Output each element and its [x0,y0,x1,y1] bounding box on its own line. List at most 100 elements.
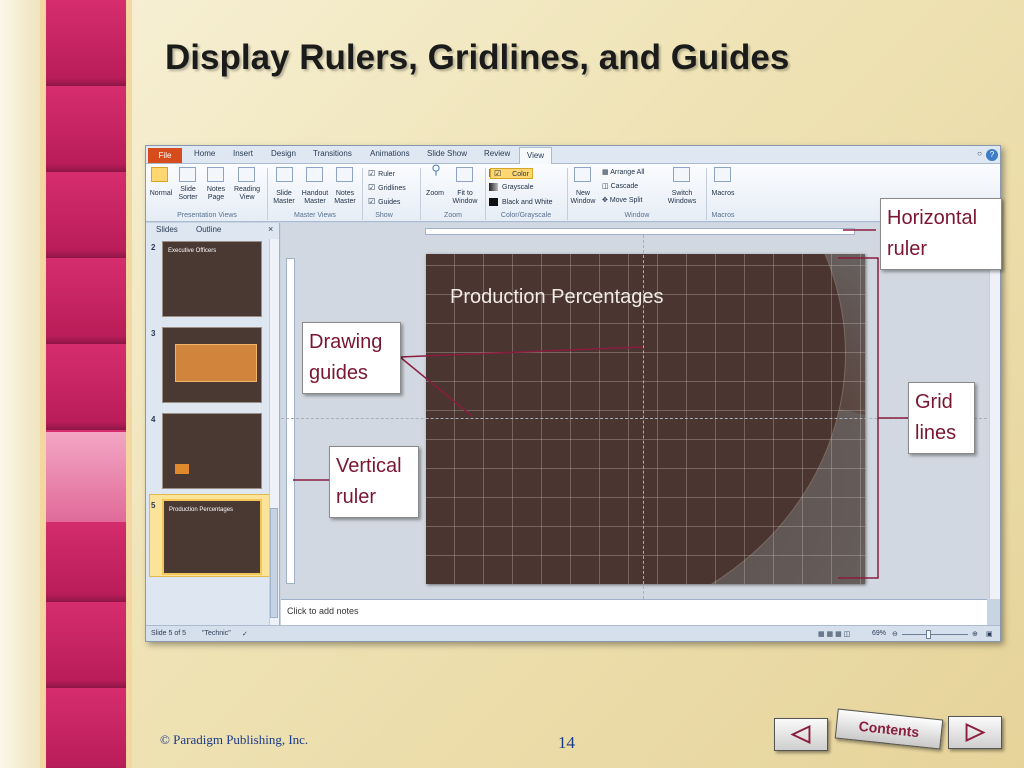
tab-slides[interactable]: Slides [156,225,178,234]
ribbon-separator [362,168,363,220]
tab-slide-show[interactable]: Slide Show [427,149,467,158]
slide-title[interactable]: Production Percentages [450,286,663,309]
slide-count: Slide 5 of 5 [151,630,187,637]
tab-animations[interactable]: Animations [370,149,410,158]
guides-checkbox[interactable]: Guides [368,197,400,206]
cascade-button[interactable]: ◫ Cascade [602,183,638,191]
new-window-button[interactable]: New Window [568,190,598,206]
zoom-out-icon[interactable]: ⊖ [892,630,898,638]
black-and-white-button[interactable]: Black and White [502,199,553,207]
notes-master-icon[interactable] [336,167,353,182]
left-decor-highlight [46,432,126,522]
switch-windows-icon[interactable] [673,167,690,182]
macros-icon[interactable] [714,167,731,182]
fit-to-window-icon[interactable] [456,167,473,182]
previous-slide-button[interactable] [774,718,828,751]
vertical-ruler[interactable] [286,258,295,584]
handout-master-button[interactable]: Handout Master [299,190,331,206]
notes-pane[interactable]: Click to add notes [281,599,987,625]
editing-scrollbar[interactable] [989,223,1000,599]
theme-name: "Technic" [202,630,231,637]
slide-number: 2 [151,243,156,252]
tab-transitions[interactable]: Transitions [313,149,352,158]
switch-windows-button[interactable]: Switch Windows [661,190,703,206]
copyright-text: © Paradigm Publishing, Inc. [160,732,309,747]
tab-review[interactable]: Review [484,149,510,158]
reading-view-icon[interactable] [238,167,255,182]
slide-editing-area: Production Percentages [281,223,1000,599]
help-icon[interactable]: ? [986,149,998,161]
ribbon-separator [420,168,421,220]
tab-outline[interactable]: Outline [196,225,221,234]
handout-master-icon[interactable] [306,167,323,182]
current-slide[interactable]: Production Percentages [426,254,865,584]
zoom-level[interactable]: 69% [872,630,886,637]
spelling-check-icon[interactable]: ✓ [242,630,248,638]
slide-master-icon[interactable] [276,167,293,182]
tab-view[interactable]: View [519,147,552,165]
zoom-in-icon[interactable]: ⊕ [972,630,978,638]
tab-design[interactable]: Design [271,149,296,158]
horizontal-ruler[interactable] [425,228,855,235]
notes-page-icon[interactable] [207,167,224,182]
tab-insert[interactable]: Insert [233,149,253,158]
notes-page-button[interactable]: Notes Page [203,186,229,202]
slide-master-button[interactable]: Slide Master [269,190,299,206]
thumbnail-orange-box [175,464,189,474]
status-bar: Slide 5 of 5 "Technic" ✓ ▦ ▦ ▦ ◫ 69% ⊖ ⊕… [146,625,1000,641]
fit-to-window-button[interactable]: Fit to Window [448,190,482,206]
master-views-group: Master Views [294,212,336,219]
close-pane-icon[interactable]: × [268,224,273,234]
grayscale-button[interactable]: Grayscale [502,184,534,192]
zoom-slider-knob[interactable] [926,630,931,639]
slide-number: 4 [151,415,156,424]
left-decor-band [40,0,132,768]
contents-button[interactable]: Contents [834,708,944,750]
normal-view-icon[interactable] [151,167,168,182]
reading-view-button[interactable]: Reading View [230,186,264,202]
zoom-icon[interactable]: ⚲ [426,163,446,176]
new-window-icon[interactable] [574,167,591,182]
arrange-all-button[interactable]: ▦ Arrange All [602,169,644,177]
callout-grid-lines: Grid lines [908,382,975,454]
slide-sorter-button[interactable]: Slide Sorter [175,186,201,202]
pane-scroll-thumb[interactable] [270,508,278,618]
slide-sorter-icon[interactable] [179,167,196,182]
powerpoint-window: File Home Insert Design Transitions Anim… [145,145,1001,642]
slide-thumbnail-2[interactable]: Executive Officers [162,241,262,317]
callout-vertical-ruler: Vertical ruler [329,446,419,518]
normal-view-button[interactable]: Normal [148,190,174,198]
fit-slide-icon[interactable]: ▣ [986,630,993,638]
macros-button[interactable]: Macros [708,190,738,198]
next-slide-button[interactable] [948,716,1002,749]
tab-file[interactable]: File [148,148,182,163]
vertical-drawing-guide[interactable] [643,235,644,599]
callout-line-1: Vertical [336,455,402,477]
zoom-button[interactable]: Zoom [422,190,448,198]
color-grayscale-group: Color/Grayscale [500,212,552,219]
callout-line-2: ruler [336,486,377,508]
gridlines-checkbox[interactable]: Gridlines [368,183,406,192]
right-arrow-icon [965,723,986,742]
callout-horizontal-ruler: Horizontal ruler [880,198,1002,270]
notes-placeholder: Click to add notes [287,606,359,616]
move-split-button[interactable]: ✥ Move Split [602,197,643,205]
callout-line-1: Grid [915,391,953,413]
view-buttons[interactable]: ▦ ▦ ▦ ◫ [818,630,850,638]
callout-line-2: guides [309,362,368,384]
thumbnail-orange-box [175,344,257,382]
slide-thumbnail-4[interactable] [162,413,262,489]
color-button[interactable]: Color [490,168,533,179]
zoom-slider-track[interactable] [902,634,968,635]
notes-master-button[interactable]: Notes Master [331,190,359,206]
slide-thumbnail-5[interactable]: Production Percentages [162,499,262,575]
callout-drawing-guides: Drawing guides [302,322,401,394]
tab-home[interactable]: Home [194,149,215,158]
slide-thumbnail-3[interactable] [162,327,262,403]
page-title: Display Rulers, Gridlines, and Guides [165,38,790,77]
thumbnail-title: Production Percentages [169,507,234,513]
ruler-checkbox[interactable]: Ruler [368,169,395,178]
collapse-ribbon-icon[interactable]: ○ [977,149,982,158]
show-group: Show [375,212,393,219]
horizontal-drawing-guide[interactable] [281,418,1000,419]
